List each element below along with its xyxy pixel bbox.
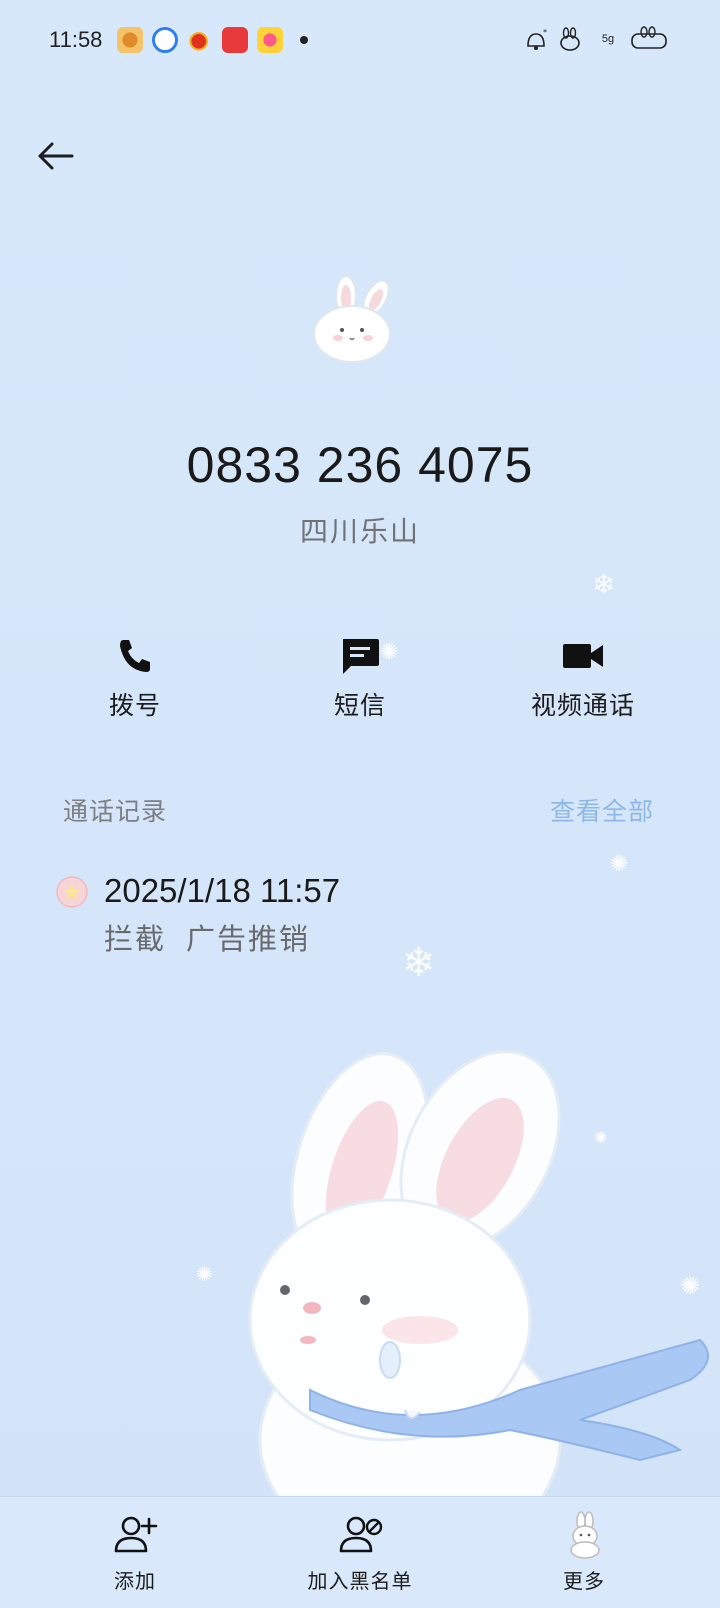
system-status-icons: * 5g xyxy=(522,26,670,52)
call-status: 拦截 xyxy=(104,922,167,956)
video-call-button[interactable]: 视频通话 xyxy=(493,636,673,722)
call-log-item[interactable]: 2025/1/18 11:57 拦截 广告推销 xyxy=(56,872,676,962)
svg-text:*: * xyxy=(543,28,547,37)
weibo-icon xyxy=(187,27,213,53)
call-datetime: 2025/1/18 11:57 xyxy=(104,872,341,909)
bunny-wifi-icon xyxy=(560,27,580,51)
network-type-label: 5g xyxy=(601,33,615,45)
bunny-more-icon xyxy=(570,1511,600,1559)
contact-actions: 拨号 短信 视频通话 xyxy=(0,636,720,726)
bottom-action-bar: 添加 加入黑名单 更多 xyxy=(0,1496,720,1608)
app-icon-orange xyxy=(117,27,143,53)
sms-label: 短信 xyxy=(333,691,386,720)
status-bar: 11:58 * 5g xyxy=(0,0,720,82)
blacklist-label: 加入黑名单 xyxy=(307,1569,413,1593)
call-log-title: 通话记录 xyxy=(63,797,168,826)
phone-location: 四川乐山 xyxy=(299,515,420,548)
more-label: 更多 xyxy=(563,1569,605,1593)
more-button[interactable]: 更多 xyxy=(484,1511,684,1594)
add-person-icon xyxy=(114,1516,158,1553)
add-contact-button[interactable]: 添加 xyxy=(35,1511,235,1594)
video-camera-icon xyxy=(563,644,603,668)
block-person-icon xyxy=(339,1516,383,1553)
back-arrow-icon[interactable] xyxy=(34,134,78,178)
sms-button[interactable]: 短信 xyxy=(270,636,450,722)
call-meta: 拦截 广告推销 xyxy=(104,916,310,958)
more-notifications-dot xyxy=(300,36,308,44)
dial-label: 拨号 xyxy=(108,691,161,720)
add-label: 添加 xyxy=(114,1569,156,1593)
message-icon xyxy=(343,639,379,674)
view-all-link[interactable]: 查看全部 xyxy=(550,792,654,828)
phone-number: 0833 236 4075 xyxy=(186,437,534,493)
bunny-battery-icon xyxy=(631,26,667,49)
blocked-call-icon xyxy=(56,876,88,908)
contact-avatar xyxy=(313,275,391,363)
status-time: 11:58 xyxy=(49,27,103,52)
call-tag: 广告推销 xyxy=(186,922,311,956)
app-icon-flower xyxy=(257,27,283,53)
app-icon-red xyxy=(222,27,248,53)
snowflake-icon: ❄ xyxy=(592,568,616,601)
video-call-label: 视频通话 xyxy=(530,691,635,720)
blacklist-button[interactable]: 加入黑名单 xyxy=(260,1511,460,1594)
dial-button[interactable]: 拨号 xyxy=(45,636,225,722)
bunny-illustration xyxy=(248,1050,709,1500)
bunny-bell-icon: * xyxy=(527,28,547,50)
phone-icon xyxy=(120,640,150,672)
notification-icons xyxy=(117,27,308,53)
app-icon-blue xyxy=(152,27,178,53)
contact-detail-page: 11:58 * 5g 0833 236 4075 四川乐山 ❄ ✺ ✺ ❄ ✺ … xyxy=(0,0,720,1608)
